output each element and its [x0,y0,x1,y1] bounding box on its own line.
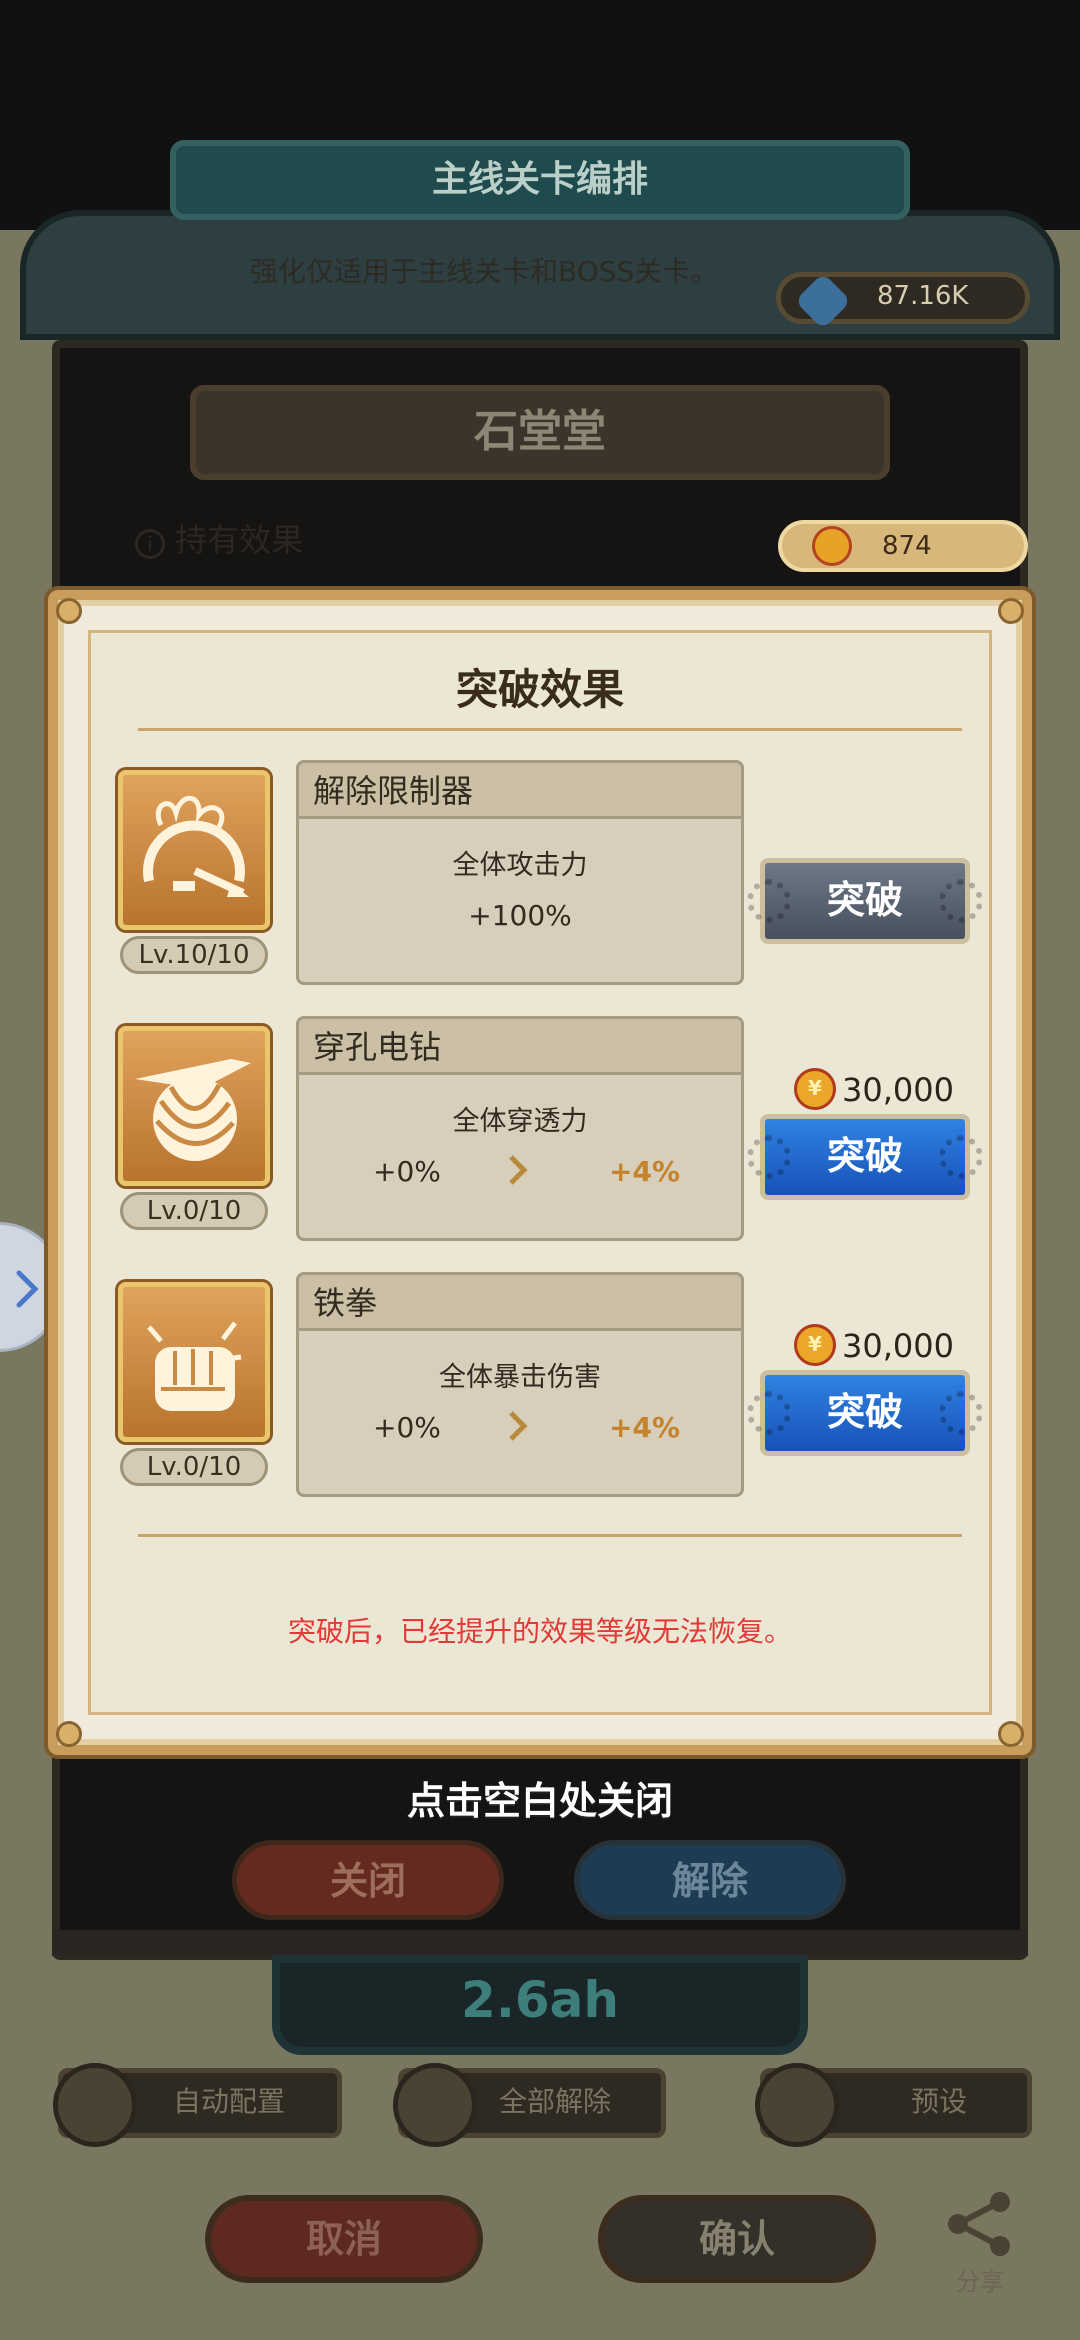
drill-icon [118,1026,270,1186]
speedometer-flame-icon [118,770,270,930]
effect-name: 穿孔电钻 [299,1019,741,1075]
close-button[interactable]: 关闭 [232,1840,504,1920]
confirm-button[interactable]: 确认 [598,2195,876,2283]
corner-rivet [56,598,82,624]
next-value: +4% [609,1411,680,1444]
next-value: +4% [609,1155,680,1188]
preset-button[interactable]: 预设 [755,2063,1032,2147]
breakthrough-row: Lv.0/10 穿孔电钻 全体穿透力 +0% +4% ¥ 30,000 突破 [58,1016,1022,1256]
iron-fist-icon [118,1282,270,1442]
coin-icon: ¥ [794,1068,836,1110]
effect-description: 全体暴击伤害 [439,1362,601,1393]
corner-rivet [998,1721,1024,1747]
divider [138,1534,962,1537]
corner-rivet [998,598,1024,624]
share-icon[interactable] [942,2190,1018,2260]
crystal-icon [794,272,852,330]
crystal-counter: 87.16K [776,272,1030,330]
release-button[interactable]: 解除 [574,1840,846,1920]
gear-icon [939,1391,983,1435]
current-value: +0% [373,1155,441,1188]
breakthrough-modal: 突破效果 Lv.10/10 解除限制器 全体攻击力 +100% 突破 Lv.0/… [48,590,1032,1755]
effect-card: 穿孔电钻 全体穿透力 +0% +4% [296,1016,744,1241]
gear-icon [939,1135,983,1179]
arrow-right-icon [509,1411,528,1441]
chevron-right-icon [16,1270,39,1308]
effect-name: 解除限制器 [299,763,741,819]
gear-icon [53,2063,137,2147]
cost-label: ¥ 30,000 [794,1324,954,1366]
stage-name: 石堂堂 [190,385,890,480]
share-label: 分享 [956,2268,1004,2296]
warning-text: 突破后，已经提升的效果等级无法恢复。 [287,1615,792,1648]
effect-description: 全体攻击力 [452,850,588,881]
breakthrough-row: Lv.10/10 解除限制器 全体攻击力 +100% 突破 [58,760,1022,1000]
cost-label: ¥ 30,000 [794,1068,954,1110]
current-value: +0% [373,1411,441,1444]
info-icon: i [135,529,165,559]
level-badge: Lv.0/10 [120,1192,268,1230]
gear-icon [747,879,791,923]
coin-amount: 874 [882,531,932,561]
breakthrough-button[interactable]: 突破 [747,858,983,944]
idle-timer: 2.6ah [272,1955,808,2055]
effect-value: +100% [468,899,572,932]
effect-name: 铁拳 [299,1275,741,1331]
corner-rivet [56,1721,82,1747]
level-badge: Lv.0/10 [120,1448,268,1486]
gear-icon [747,1391,791,1435]
modal-title: 突破效果 [455,665,624,714]
held-effect-label: i 持有效果 [135,515,303,561]
breakthrough-row: Lv.0/10 铁拳 全体暴击伤害 +0% +4% ¥ 30,000 突破 [58,1272,1022,1512]
page-subtitle: 强化仅适用于主线关卡和BOSS关卡。 [250,255,719,288]
cancel-button[interactable]: 取消 [205,2195,483,2283]
divider [138,728,962,731]
coin-counter: 874 [778,520,1028,572]
arrow-right-icon [509,1155,528,1185]
coin-icon: ¥ [794,1324,836,1366]
coin-icon [812,526,852,566]
auto-config-button[interactable]: 自动配置 [53,2063,342,2147]
page-title: 主线关卡编排 [431,159,648,200]
level-badge: Lv.10/10 [120,936,268,974]
panel-bottom-bar [52,1930,1028,1956]
gear-icon [747,1135,791,1179]
effect-description: 全体穿透力 [452,1106,588,1137]
breakthrough-button[interactable]: 突破 [747,1114,983,1200]
crystal-amount: 87.16K [877,281,969,311]
effect-card: 铁拳 全体暴击伤害 +0% +4% [296,1272,744,1497]
gear-icon [939,879,983,923]
breakthrough-button[interactable]: 突破 [747,1370,983,1456]
swap-icon [755,2063,839,2147]
release-all-icon [393,2063,477,2147]
release-all-button[interactable]: 全部解除 [393,2063,666,2147]
effect-card: 解除限制器 全体攻击力 +100% [296,760,744,985]
close-hint[interactable]: 点击空白处关闭 [0,1770,1080,1825]
